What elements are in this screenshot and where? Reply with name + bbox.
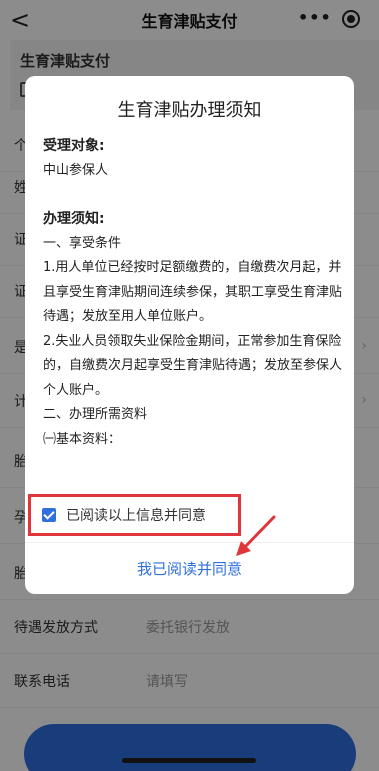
notice-dialog: 生育津贴办理须知 受理对象: 中山参保人 办理须知: 一、享受条件 1.用人单位… [25,76,354,594]
notice-heading: 办理须知: [43,211,105,227]
confirm-button[interactable]: 我已阅读并同意 [25,543,354,594]
dialog-title: 生育津贴办理须知 [117,100,262,121]
home-indicator [122,758,256,763]
agree-label: 已阅读以上信息并同意 [66,508,206,524]
target-value: 中山参保人 [43,162,109,178]
notice-line: 二、办理所需资料 [43,407,148,422]
checkbox-checked-icon[interactable] [42,508,56,522]
agree-checkbox-row[interactable]: 已阅读以上信息并同意 [28,494,241,536]
notice-line: 2.失业人员领取失业保险金期间，正常参加生育保险的，自缴费次月起享受生育津贴待遇… [43,333,343,398]
notice-line: 1.用人单位已经按时足额缴费的，自缴费次月起，并且享受生育津贴期间连续参保，其职… [43,260,343,324]
dialog-body: 受理对象: 中山参保人 办理须知: 一、享受条件 1.用人单位已经按时足额缴费的… [43,134,343,452]
notice-line: ㈠基本资料： [43,431,122,447]
target-heading: 受理对象: [43,138,105,154]
notice-line: 一、享受条件 [43,235,122,251]
